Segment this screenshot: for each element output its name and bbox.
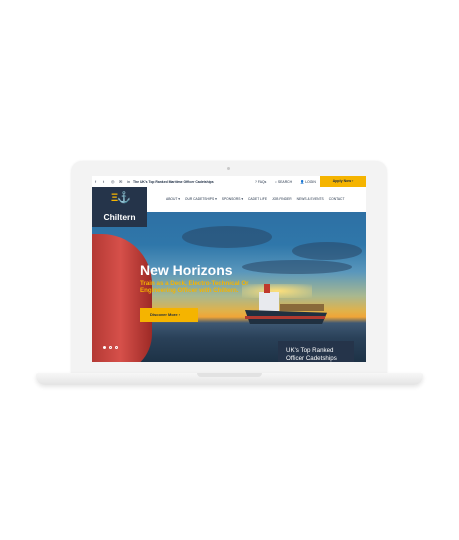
twitter-icon[interactable]: t <box>103 179 108 184</box>
hero-title: New Horizons <box>140 262 233 278</box>
camera-icon <box>227 167 230 170</box>
instagram-icon[interactable]: ◎ <box>111 179 116 184</box>
help-icon: ? <box>255 179 257 184</box>
nav-item-news-events[interactable]: NEWS & EVENTS <box>297 197 324 201</box>
faqs-label: FAQs <box>257 179 267 184</box>
nav-item-job-finder[interactable]: JOB FINDER <box>272 197 292 201</box>
email-icon[interactable]: ✉ <box>119 179 124 184</box>
search-icon: ⌕ <box>275 179 277 184</box>
ship-deck <box>280 304 324 311</box>
discover-more-button[interactable]: Discover More › <box>140 308 198 322</box>
search-label: SEARCH <box>277 179 293 184</box>
ranked-text: UK's Top Ranked Officer Cadetships <box>286 347 337 362</box>
tagline: The UK's Top Ranked Maritime Officer Cad… <box>133 179 214 184</box>
cloud <box>292 242 362 260</box>
cloud <box>182 226 272 248</box>
chiltern-logo[interactable]: Ξ⚓ Chiltern <box>92 187 147 227</box>
cloud <box>242 260 352 274</box>
top-bar: f t ◎ ✉ in The UK's Top Ranked Maritime … <box>92 176 366 187</box>
nav-item-cadet-life[interactable]: CADET LIFE <box>248 197 267 201</box>
nav-item-our-cadetships[interactable]: OUR CADETSHIPS ▾ <box>185 197 217 201</box>
linkedin-icon[interactable]: in <box>127 179 132 184</box>
user-icon: 👤 <box>300 179 305 184</box>
slider-dot-1[interactable] <box>103 346 106 349</box>
ranked-callout: UK's Top Ranked Officer Cadetships <box>278 341 354 362</box>
nav-item-about[interactable]: ABOUT ▾ <box>166 197 180 201</box>
apply-now-button[interactable]: Apply Now › <box>320 176 366 187</box>
search-link[interactable]: ⌕ SEARCH <box>275 180 292 184</box>
slider-dot-2[interactable] <box>109 346 112 349</box>
ship-funnel <box>264 284 270 293</box>
laptop-notch <box>197 373 262 377</box>
nav-item-sponsors[interactable]: SPONSORS ▾ <box>222 197 243 201</box>
ship-waterline <box>245 316 325 319</box>
login-label: LOGIN <box>305 179 316 184</box>
laptop-screen: f t ◎ ✉ in The UK's Top Ranked Maritime … <box>92 176 366 362</box>
social-links: f t ◎ ✉ in <box>95 179 132 184</box>
login-link[interactable]: 👤 LOGIN <box>300 180 316 184</box>
nav-item-contact[interactable]: CONTACT <box>329 197 345 201</box>
nav-links: ABOUT ▾ OUR CADETSHIPS ▾ SPONSORS ▾ CADE… <box>166 197 344 201</box>
anchor-logo-icon: Ξ⚓ <box>111 192 131 204</box>
slider-dot-3[interactable] <box>115 346 118 349</box>
hero-subtitle: Train as a Deck, Electro-Technical Or En… <box>140 280 249 295</box>
hero-banner: New Horizons Train as a Deck, Electro-Te… <box>92 212 366 362</box>
slider-dots <box>103 346 118 349</box>
faqs-link[interactable]: ? FAQs <box>255 180 266 184</box>
facebook-icon[interactable]: f <box>95 179 100 184</box>
ship-hull-image <box>92 234 152 362</box>
logo-name: Chiltern <box>103 212 136 222</box>
ship-bridge <box>259 292 279 311</box>
